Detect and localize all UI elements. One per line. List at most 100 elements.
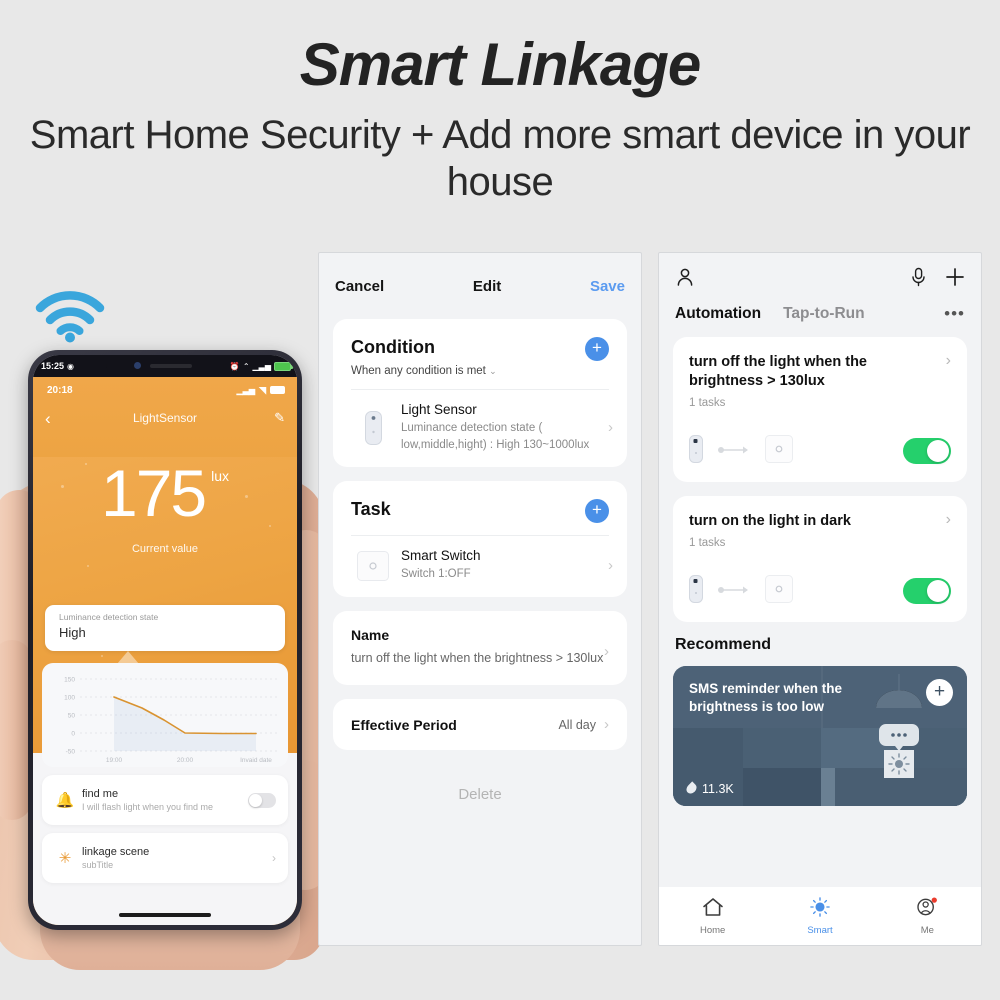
bottom-nav: Home Smart Me bbox=[659, 887, 981, 945]
phone-notch bbox=[106, 355, 224, 377]
task-row[interactable]: Smart Switch Switch 1:OFF › bbox=[333, 536, 627, 597]
phone-mockup: 15:25 ◉ ⏰ ⌃ ▁▃▅ 20:18 ▁▃▅ ◥ ‹ LightSenso… bbox=[0, 340, 330, 970]
task-heading: Task bbox=[351, 499, 391, 520]
microphone-icon[interactable] bbox=[910, 267, 927, 292]
recommend-count: 11.3K bbox=[684, 781, 734, 796]
task-device-detail: Switch 1:OFF bbox=[401, 568, 471, 581]
name-card[interactable]: Name turn off the light when the brightn… bbox=[333, 611, 627, 686]
wifi-icon: ⌃ bbox=[242, 361, 250, 371]
condition-subheading-text: When any condition is met bbox=[351, 365, 486, 377]
app-status-icons: ▁▃▅ ◥ bbox=[237, 385, 285, 396]
automation-card[interactable]: turn off the light when the brightness >… bbox=[673, 337, 967, 482]
svg-text:20:00: 20:00 bbox=[177, 757, 194, 764]
list-item-subtitle: subTitle bbox=[82, 860, 114, 870]
add-condition-button[interactable]: + bbox=[585, 337, 609, 361]
list-item-subtitle: I will flash light when you find me bbox=[82, 802, 214, 812]
alarm-clock-icon: ⏰ bbox=[229, 361, 240, 371]
add-recommend-button[interactable]: + bbox=[926, 678, 953, 706]
pencil-icon[interactable]: ✎ bbox=[274, 410, 285, 426]
smart-switch-icon bbox=[765, 434, 793, 468]
app-navbar: ‹ LightSensor ✎ bbox=[33, 403, 297, 433]
nav-label: Smart bbox=[807, 924, 833, 936]
luminance-value: High bbox=[59, 625, 86, 640]
arrow-right-icon bbox=[717, 582, 751, 600]
list-item-title: find me bbox=[82, 788, 119, 800]
lux-value: 175 bbox=[100, 456, 207, 530]
lux-caption: Current value bbox=[131, 543, 199, 555]
effective-period-value: All day bbox=[558, 717, 596, 732]
cancel-button[interactable]: Cancel bbox=[335, 278, 384, 295]
person-icon[interactable] bbox=[675, 267, 695, 292]
svg-text:50: 50 bbox=[68, 713, 76, 720]
flame-icon bbox=[684, 781, 699, 796]
bell-icon: 🔔 bbox=[55, 792, 75, 809]
scene-icon: ✳ bbox=[58, 850, 72, 867]
chevron-right-icon: › bbox=[945, 510, 951, 528]
app-status-bar: 20:18 ▁▃▅ ◥ bbox=[33, 379, 297, 401]
more-options-icon[interactable]: ••• bbox=[865, 305, 965, 321]
smart-switch-icon bbox=[765, 574, 793, 608]
svg-text:100: 100 bbox=[64, 695, 75, 702]
chevron-right-icon: › bbox=[608, 557, 613, 575]
recommend-card-title: SMS reminder when the brightness is too … bbox=[689, 680, 843, 714]
condition-heading: Condition bbox=[351, 337, 435, 357]
alarm-icon: ◉ bbox=[67, 361, 75, 371]
tab-automation[interactable]: Automation bbox=[675, 305, 761, 323]
automation-title: turn off the light when the brightness >… bbox=[689, 354, 868, 389]
automation-tasks-count: 1 tasks bbox=[689, 536, 726, 549]
light-sensor-icon bbox=[347, 410, 399, 445]
nav-item-home[interactable]: Home bbox=[659, 897, 766, 936]
hero-header: Smart Linkage Smart Home Security + Add … bbox=[0, 0, 1000, 232]
nav-label: Home bbox=[699, 924, 726, 936]
back-button[interactable]: ‹ bbox=[45, 410, 51, 427]
page-title: Smart Linkage bbox=[299, 31, 701, 98]
edit-automation-panel: Cancel Edit Save Condition When any cond… bbox=[318, 252, 642, 946]
light-sensor-icon bbox=[689, 574, 703, 608]
condition-row[interactable]: Light Sensor Luminance detection state (… bbox=[333, 390, 627, 467]
lux-unit: lux bbox=[211, 468, 230, 484]
arrow-right-icon bbox=[717, 442, 751, 460]
svg-text:150: 150 bbox=[64, 677, 75, 684]
effective-period-card[interactable]: Effective Period All day › bbox=[333, 699, 627, 751]
smart-sun-icon bbox=[810, 896, 830, 917]
nav-item-smart[interactable]: Smart bbox=[766, 896, 873, 936]
plus-icon[interactable] bbox=[945, 267, 965, 292]
chevron-right-icon: › bbox=[604, 716, 609, 734]
device-title: LightSensor bbox=[132, 411, 198, 425]
list-item-title: linkage scene bbox=[82, 846, 150, 858]
smart-switch-icon bbox=[347, 550, 399, 581]
svg-text:0: 0 bbox=[71, 731, 75, 738]
luminance-state-card[interactable]: Luminance detection state High bbox=[45, 605, 285, 651]
effective-period-heading: Effective Period bbox=[351, 716, 457, 733]
nav-item-me[interactable]: Me bbox=[874, 896, 981, 936]
name-heading: Name bbox=[351, 627, 390, 644]
signal-icon: ▁▃▅ bbox=[252, 361, 271, 371]
find-me-toggle[interactable] bbox=[248, 792, 276, 808]
automation-toggle[interactable] bbox=[903, 438, 951, 465]
automation-card[interactable]: turn on the light in dark 1 tasks › bbox=[673, 495, 967, 622]
list-item[interactable]: ✳ linkage scene subTitle › bbox=[42, 833, 288, 883]
battery-icon bbox=[274, 361, 293, 371]
chart-svg: 150 100 50 0 -50 19:00 20:00 Invaid date bbox=[64, 677, 280, 764]
save-button[interactable]: Save bbox=[590, 278, 625, 295]
svg-text:-50: -50 bbox=[66, 749, 76, 756]
automation-toggle[interactable] bbox=[903, 578, 951, 605]
notification-badge bbox=[931, 896, 938, 903]
delete-button[interactable]: Delete bbox=[319, 786, 641, 803]
condition-device-detail: Luminance detection state ( low,middle,h… bbox=[401, 422, 590, 451]
condition-device-name: Light Sensor bbox=[401, 402, 477, 417]
add-task-button[interactable]: + bbox=[585, 499, 609, 524]
page-subtitle: Smart Home Security + Add more smart dev… bbox=[29, 113, 971, 204]
automation-tasks-count: 1 tasks bbox=[689, 396, 726, 409]
recommend-card[interactable]: SMS reminder when the brightness is too … bbox=[673, 665, 967, 806]
list-item[interactable]: 🔔 find me I will flash light when you fi… bbox=[42, 775, 288, 825]
light-sensor-icon bbox=[689, 434, 703, 468]
tab-tap-to-run[interactable]: Tap-to-Run bbox=[783, 305, 865, 323]
speaker-grill bbox=[150, 364, 192, 368]
phone-device: 15:25 ◉ ⏰ ⌃ ▁▃▅ 20:18 ▁▃▅ ◥ ‹ LightSenso… bbox=[28, 350, 302, 930]
wifi-icon: ◥ bbox=[259, 384, 266, 395]
condition-subheading[interactable]: When any condition is met ⌄ bbox=[351, 365, 585, 377]
home-indicator bbox=[119, 913, 211, 917]
system-status-icons: ⏰ ⌃ ▁▃▅ bbox=[229, 361, 293, 371]
luminance-label: Luminance detection state bbox=[59, 612, 159, 622]
